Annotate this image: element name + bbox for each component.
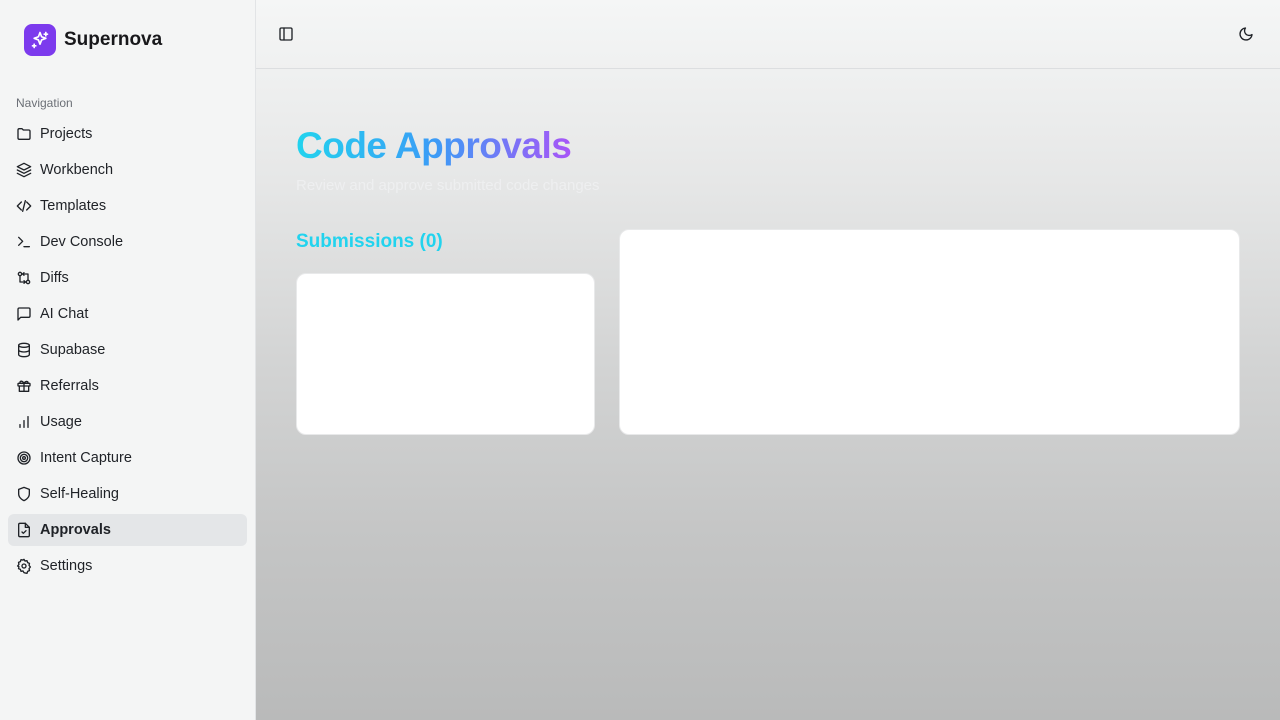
sidebar-item-self-healing[interactable]: Self-Healing	[8, 478, 247, 510]
database-icon	[16, 342, 32, 358]
code-icon	[16, 198, 32, 214]
sidebar-item-label: Templates	[40, 198, 107, 214]
sidebar: Supernova Navigation Projects Workbench …	[0, 0, 256, 720]
sidebar-item-label: Self-Healing	[40, 486, 119, 502]
sidebar-item-label: Supabase	[40, 342, 106, 358]
sidebar-item-label: Approvals	[40, 522, 111, 538]
sidebar-item-label: Intent Capture	[40, 450, 132, 466]
file-check-icon	[16, 522, 32, 538]
gear-icon	[16, 558, 32, 574]
sidebar-item-referrals[interactable]: Referrals	[8, 370, 247, 402]
sidebar-item-label: Projects	[40, 126, 93, 142]
bar-chart-icon	[16, 414, 32, 430]
nav-list: Projects Workbench Templates Dev Console…	[8, 118, 247, 586]
panel-left-icon	[278, 26, 294, 42]
page-title: Code Approvals	[296, 125, 572, 166]
layers-icon	[16, 162, 32, 178]
sidebar-item-label: Usage	[40, 414, 82, 430]
sidebar-toggle-button[interactable]	[272, 20, 300, 48]
git-compare-icon	[16, 270, 32, 286]
sidebar-item-intent-capture[interactable]: Intent Capture	[8, 442, 247, 474]
sidebar-item-usage[interactable]: Usage	[8, 406, 247, 438]
sparkles-icon	[24, 24, 56, 56]
theme-toggle-button[interactable]	[1232, 20, 1260, 48]
terminal-icon	[16, 234, 32, 250]
main-content: Code Approvals Review and approve submit…	[256, 0, 1280, 720]
sidebar-item-projects[interactable]: Projects	[8, 118, 247, 150]
folder-icon	[16, 126, 32, 142]
sidebar-item-label: Dev Console	[40, 234, 124, 250]
nav-heading: Navigation	[16, 96, 73, 110]
topbar	[256, 0, 1280, 69]
sidebar-item-label: Workbench	[40, 162, 114, 178]
sidebar-item-dev-console[interactable]: Dev Console	[8, 226, 247, 258]
sidebar-item-label: Diffs	[40, 270, 69, 286]
target-icon	[16, 450, 32, 466]
sidebar-item-label: Referrals	[40, 378, 99, 394]
submissions-list-card	[296, 273, 595, 435]
message-square-icon	[16, 306, 32, 322]
brand[interactable]: Supernova	[24, 24, 162, 56]
sidebar-item-settings[interactable]: Settings	[8, 550, 247, 582]
sidebar-item-ai-chat[interactable]: AI Chat	[8, 298, 247, 330]
sidebar-item-diffs[interactable]: Diffs	[8, 262, 247, 294]
sidebar-item-label: Settings	[40, 558, 93, 574]
gift-icon	[16, 378, 32, 394]
shield-icon	[16, 486, 32, 502]
sidebar-item-approvals[interactable]: Approvals	[8, 514, 247, 546]
sidebar-item-workbench[interactable]: Workbench	[8, 154, 247, 186]
submission-detail-card	[619, 229, 1240, 435]
sidebar-item-templates[interactable]: Templates	[8, 190, 247, 222]
moon-icon	[1238, 26, 1254, 42]
submissions-heading: Submissions (0)	[296, 231, 443, 252]
page-subtitle: Review and approve submitted code change…	[296, 177, 600, 194]
sidebar-item-supabase[interactable]: Supabase	[8, 334, 247, 366]
sidebar-item-label: AI Chat	[40, 306, 89, 322]
brand-name: Supernova	[64, 29, 163, 50]
